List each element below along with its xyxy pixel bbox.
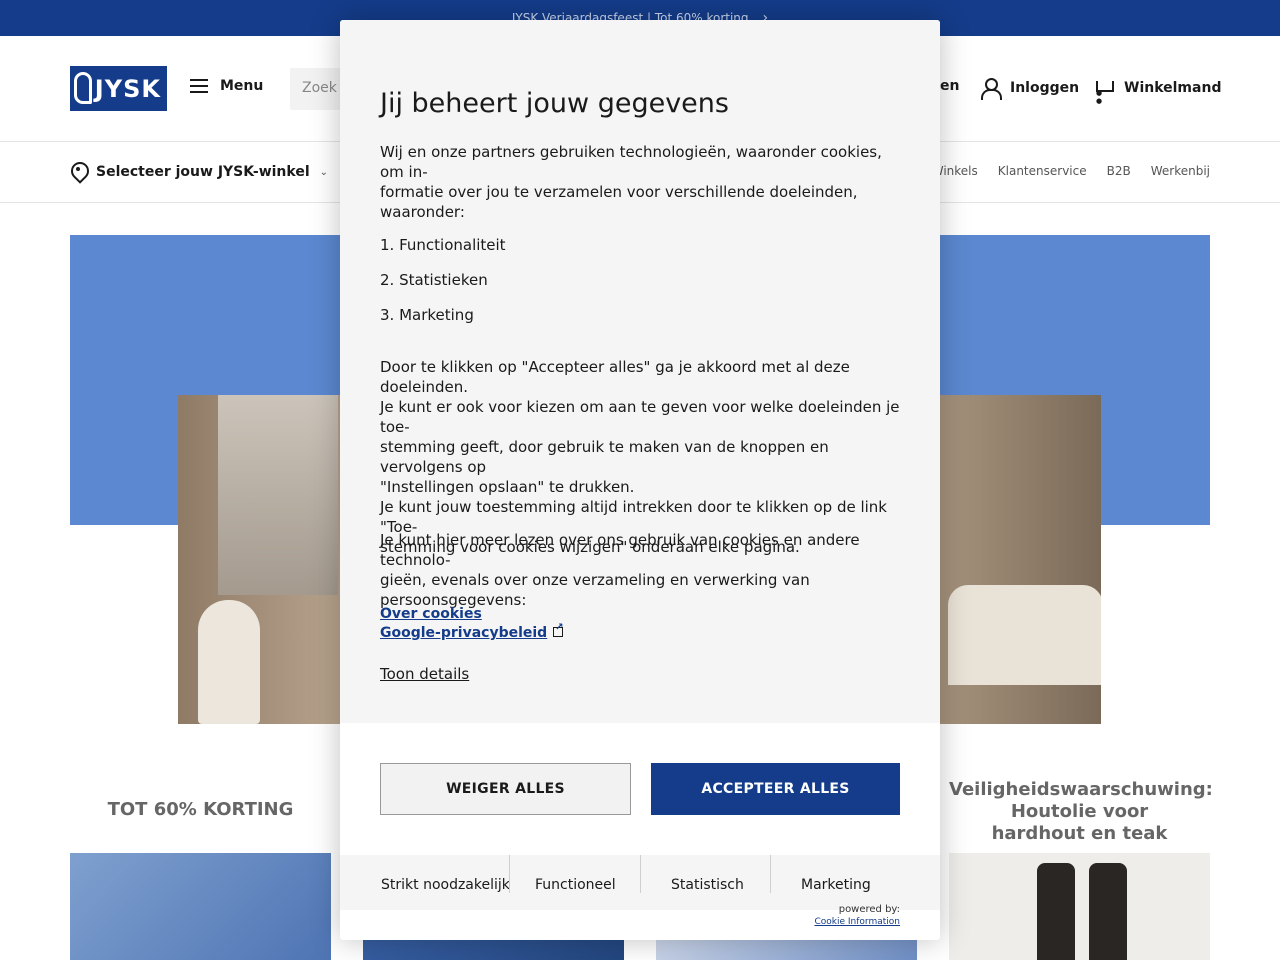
show-details-link[interactable]: Toon details bbox=[380, 665, 469, 683]
consent-line: Door te klikken op "Accepteer alles" ga … bbox=[380, 358, 850, 396]
dialog-intro: Wij en onze partners gebruiken technolog… bbox=[380, 142, 905, 222]
consent-line: stemming geeft, door gebruik te maken va… bbox=[380, 438, 829, 476]
tab-marketing[interactable]: Marketing bbox=[801, 855, 871, 893]
accept-all-button[interactable]: ACCEPTEER ALLES bbox=[651, 763, 900, 815]
powered-by: powered by: Cookie Information bbox=[814, 903, 900, 929]
cookie-consent-dialog: Jij beheert jouw gegevens Wij en onze pa… bbox=[340, 20, 940, 940]
tab-divider bbox=[509, 855, 510, 893]
google-privacy-link[interactable]: Google-privacybeleid bbox=[380, 622, 564, 641]
tab-functional[interactable]: Functioneel bbox=[535, 855, 616, 893]
intro-line: Wij en onze partners gebruiken technolog… bbox=[380, 143, 882, 181]
consent-category-tabs: Strikt noodzakelijk Functioneel Statisti… bbox=[340, 855, 940, 910]
google-privacy-label: Google-privacybeleid bbox=[380, 625, 548, 641]
intro-line: formatie over jou te verzamelen voor ver… bbox=[380, 183, 858, 221]
cookie-information-link[interactable]: Cookie Information bbox=[814, 916, 900, 929]
purpose-item: 2. Statistieken bbox=[380, 271, 488, 289]
more-info-text: Je kunt hier meer lezen over ons gebruik… bbox=[380, 530, 905, 610]
purpose-item: 1. Functionaliteit bbox=[380, 236, 506, 254]
tab-statistical[interactable]: Statistisch bbox=[671, 855, 744, 893]
about-cookies-link[interactable]: Over cookies bbox=[380, 606, 482, 622]
tab-divider bbox=[770, 855, 771, 893]
purpose-item: 3. Marketing bbox=[380, 306, 474, 324]
powered-by-label: powered by: bbox=[838, 904, 900, 915]
dialog-title: Jij beheert jouw gegevens bbox=[380, 88, 729, 119]
consent-explanation: Door te klikken op "Accepteer alles" ga … bbox=[380, 357, 905, 557]
consent-line: Je kunt er ook voor kiezen om aan te gev… bbox=[380, 398, 900, 436]
more-line: gieën, evenals over onze verzameling en … bbox=[380, 571, 810, 589]
consent-line: "Instellingen opslaan" te drukken. bbox=[380, 478, 635, 496]
tab-strictly-necessary[interactable]: Strikt noodzakelijk bbox=[381, 855, 510, 893]
deny-all-button[interactable]: WEIGER ALLES bbox=[380, 763, 631, 815]
more-line: Je kunt hier meer lezen over ons gebruik… bbox=[380, 531, 860, 569]
tab-divider bbox=[640, 855, 641, 893]
external-link-icon bbox=[553, 622, 564, 637]
